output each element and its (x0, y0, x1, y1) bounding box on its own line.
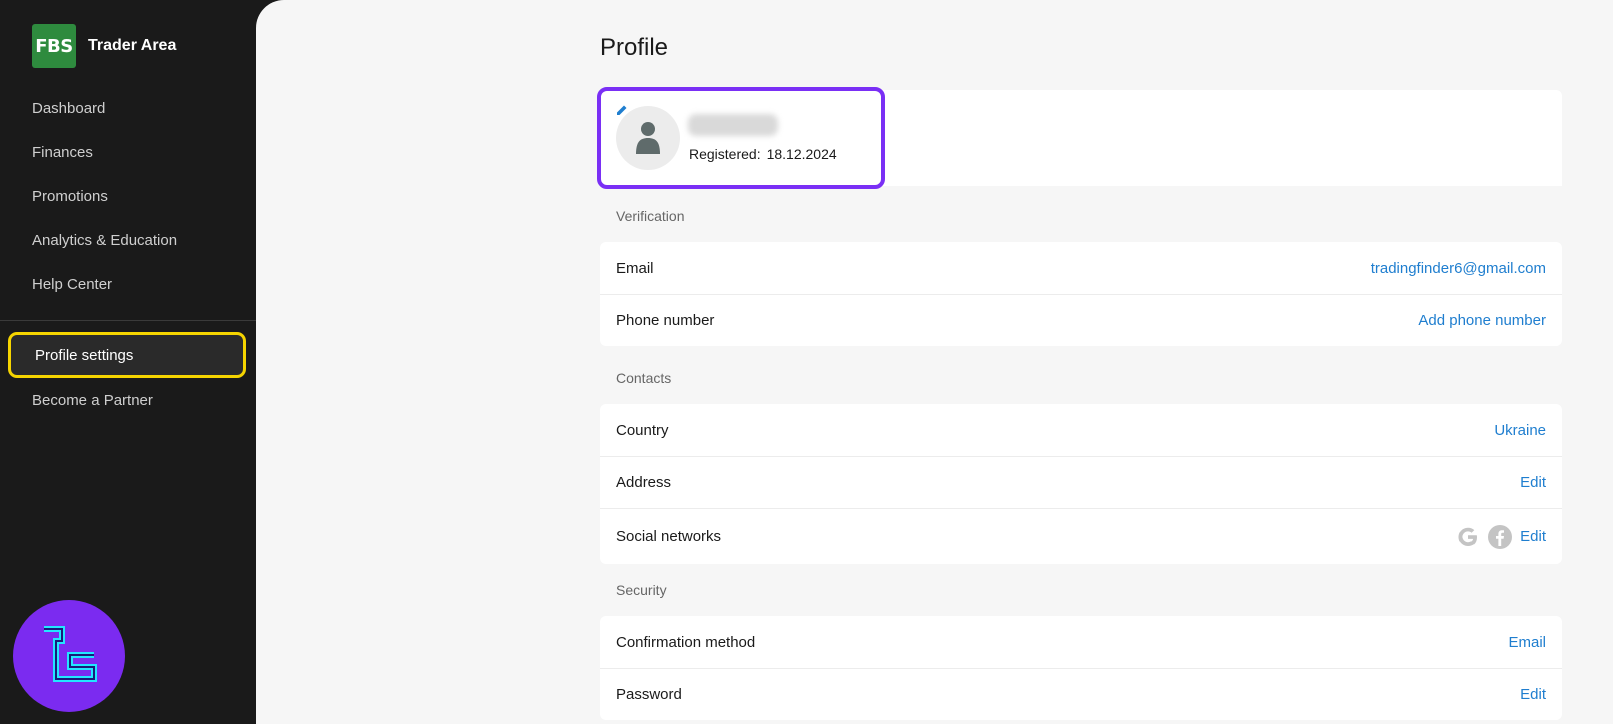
tf-logo-icon (44, 626, 97, 682)
google-icon[interactable] (1456, 525, 1480, 549)
email-link[interactable]: tradingfinder6@gmail.com (1371, 260, 1546, 277)
row-phone: Phone number Add phone number (600, 294, 1562, 346)
section-label-verification: Verification (616, 208, 685, 224)
watermark-logo (13, 600, 125, 712)
facebook-icon[interactable] (1488, 524, 1513, 549)
row-password: Password Edit (600, 668, 1562, 720)
confirmation-method-link[interactable]: Email (1508, 634, 1546, 651)
social-networks-value: Edit (1456, 524, 1546, 549)
profile-card: Registered: 18.12.2024 (597, 87, 1562, 189)
sidebar-item-dashboard[interactable]: Dashboard (0, 86, 256, 130)
add-phone-link[interactable]: Add phone number (1418, 312, 1546, 329)
registered-label: Registered: (689, 146, 761, 162)
sidebar-item-analytics-education[interactable]: Analytics & Education (0, 218, 256, 262)
security-card: Confirmation method Email Password Edit (600, 616, 1562, 720)
row-address: Address Edit (600, 456, 1562, 508)
verification-card: Email tradingfinder6@gmail.com Phone num… (600, 242, 1562, 346)
row-label: Confirmation method (616, 633, 756, 651)
row-label: Email (616, 259, 654, 277)
sidebar-nav-secondary: Profile settings Become a Partner (0, 332, 256, 422)
row-email: Email tradingfinder6@gmail.com (600, 242, 1562, 294)
brand-name: Trader Area (88, 37, 177, 54)
main-content: Profile Registered: 18.12.2024 Verificati… (256, 0, 1613, 724)
sidebar-nav: Dashboard Finances Promotions Analytics … (0, 86, 256, 306)
sidebar-divider (0, 320, 256, 321)
address-edit-link[interactable]: Edit (1520, 474, 1546, 491)
sidebar-item-finances[interactable]: Finances (0, 130, 256, 174)
fbs-logo: FBS (32, 24, 76, 68)
row-confirmation-method: Confirmation method Email (600, 616, 1562, 668)
contacts-card: Country Ukraine Address Edit Social netw… (600, 404, 1562, 564)
brand[interactable]: FBS Trader Area (32, 24, 176, 68)
section-label-contacts: Contacts (616, 370, 672, 386)
password-edit-link[interactable]: Edit (1520, 686, 1546, 703)
row-country: Country Ukraine (600, 404, 1562, 456)
row-social-networks: Social networks Edit (600, 508, 1562, 564)
pencil-icon[interactable] (616, 104, 628, 116)
sidebar-item-profile-settings[interactable]: Profile settings (8, 332, 246, 378)
sidebar: FBS Trader Area Dashboard Finances Promo… (0, 0, 256, 724)
section-label-security: Security (616, 582, 667, 598)
user-name-blurred (688, 114, 778, 136)
social-edit-link[interactable]: Edit (1520, 528, 1546, 545)
country-link[interactable]: Ukraine (1494, 422, 1546, 439)
registered-date: 18.12.2024 (766, 146, 837, 162)
user-icon (636, 122, 660, 154)
row-label: Address (616, 474, 672, 491)
registered-info: Registered: 18.12.2024 (689, 146, 837, 162)
row-label: Password (616, 686, 682, 703)
row-label: Social networks (616, 528, 722, 545)
sidebar-item-become-partner[interactable]: Become a Partner (0, 378, 256, 422)
row-label: Country (616, 421, 669, 439)
sidebar-item-promotions[interactable]: Promotions (0, 174, 256, 218)
page-title: Profile (600, 34, 669, 61)
sidebar-item-help-center[interactable]: Help Center (0, 262, 256, 306)
row-label: Phone number (616, 312, 715, 329)
